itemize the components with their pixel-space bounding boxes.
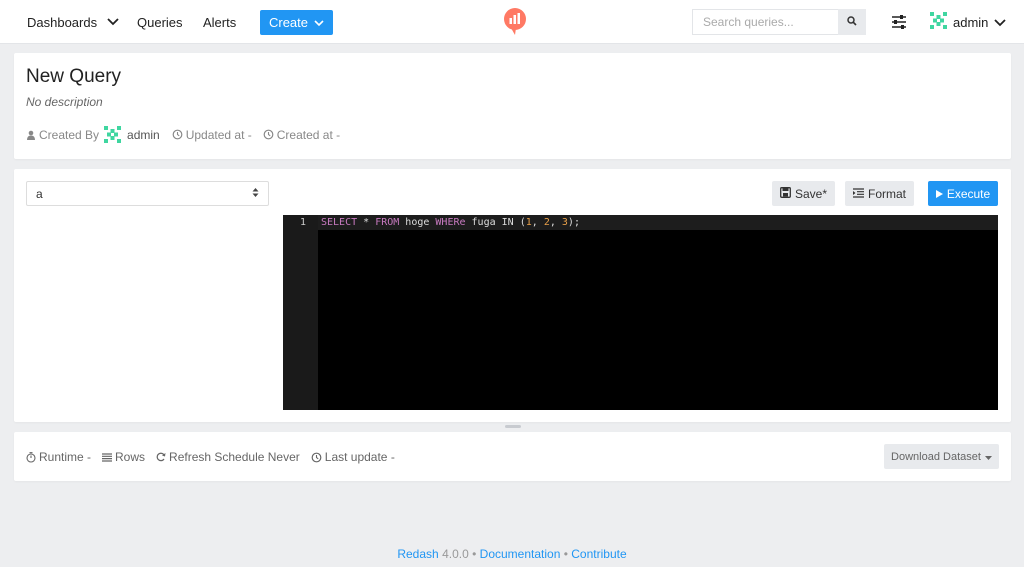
footer-separator: • [472,547,477,561]
refresh-schedule-label: Refresh Schedule Never [169,450,300,464]
create-button[interactable]: Create [260,10,333,35]
line-number-gutter: 1 [283,215,318,410]
caret-down-icon [984,451,992,463]
user-name: admin [953,14,989,30]
refresh-schedule-stat[interactable]: Refresh Schedule Never [156,450,300,464]
footer-brand-link[interactable]: Redash [397,547,438,561]
nav-queries[interactable]: Queries [137,0,183,44]
created-by-user: admin [127,127,160,142]
query-description[interactable]: No description [26,95,103,109]
data-source-value: a [36,186,43,201]
code-token: , [549,217,562,228]
code-token: ); [567,217,580,228]
history-icon [311,452,322,463]
page-title[interactable]: New Query [26,66,121,88]
stopwatch-icon [26,451,36,463]
chevron-down-icon [994,15,1007,30]
line-number: 1 [299,217,306,228]
code-token: fuga IN ( [465,217,526,228]
code-token: FROM [375,217,400,228]
history-icon [172,129,183,140]
select-arrows-icon [252,187,259,201]
code-token: , [531,217,544,228]
resize-handle[interactable] [505,425,521,428]
query-metadata: Created By admin Updated at - Created at… [26,126,340,143]
code-token: SELECT [321,217,358,228]
redash-logo-icon[interactable] [503,8,527,36]
footer: Redash 4.0.0 • Documentation • Contribut… [0,547,1024,561]
refresh-icon [156,452,166,462]
query-header-card: New Query No description Created By admi… [14,53,1011,159]
clock-icon [263,129,274,140]
footer-contribute-link[interactable]: Contribute [571,547,626,561]
code-token: * [357,217,376,228]
search-icon [847,13,857,31]
save-button[interactable]: Save* [772,181,835,206]
indent-icon [852,187,864,201]
search-input[interactable] [692,9,838,35]
settings-sliders-icon[interactable] [891,14,907,30]
query-editor-card: a Save* Format Execute 1 SELECT * FROM h… [14,169,1011,422]
code-line: SELECT * FROM hoge WHERe fuga IN (1, 2, … [321,217,580,228]
format-label: Format [867,186,906,201]
play-icon [935,187,943,201]
runtime-stat: Runtime - [26,450,91,464]
rows-stat: Rows [102,450,145,464]
runtime-label: Runtime - [39,450,92,464]
created-by-label: Created By [39,127,100,142]
execute-label: Execute [946,186,991,201]
rows-label: Rows [115,450,146,464]
search-box [692,9,866,35]
chevron-down-icon [314,15,324,30]
sql-code-editor[interactable]: 1 SELECT * FROM hoge WHERe fuga IN (1, 2… [283,215,998,410]
create-label: Create [268,15,309,30]
updated-at: Updated at - [185,127,252,142]
last-update-stat: Last update - [311,450,395,464]
search-button[interactable] [838,9,866,35]
user-icon [26,130,36,140]
download-dataset-button[interactable]: Download Dataset [884,444,999,469]
floppy-disk-icon [780,186,791,201]
download-label: Download Dataset [891,450,981,463]
code-token: WHERe [435,217,466,228]
avatar [104,126,122,143]
data-source-select[interactable]: a [26,181,269,206]
format-button[interactable]: Format [845,181,914,206]
created-at: Created at - [276,127,341,142]
footer-separator: • [563,547,568,561]
top-navbar: Dashboards Queries Alerts Create Search … [0,0,1024,44]
nav-dashboards[interactable]: Dashboards [27,0,97,44]
footer-version: 4.0.0 [442,547,469,561]
footer-documentation-link[interactable]: Documentation [480,547,561,561]
avatar [930,12,947,32]
query-stats: Runtime - Rows Refresh Schedule Never La… [26,450,395,464]
dashboards-chevron-down-icon[interactable] [107,0,119,44]
last-update-label: Last update - [324,450,395,464]
nav-alerts[interactable]: Alerts [203,0,236,44]
execute-button[interactable]: Execute [928,181,998,206]
query-stats-card: Runtime - Rows Refresh Schedule Never La… [14,432,1011,481]
code-token: hoge [399,217,436,228]
save-label: Save* [794,186,828,201]
user-menu[interactable]: admin [930,0,1007,44]
list-icon [102,452,113,462]
